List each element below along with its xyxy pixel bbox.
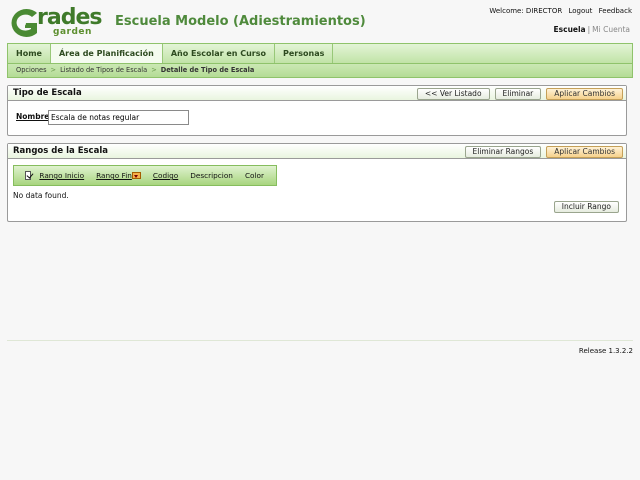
tipo-escala-panel: Tipo de Escala << Ver Listado Eliminar A… — [7, 85, 627, 136]
school-link[interactable]: Escuela — [554, 25, 586, 34]
incluir-rango-button[interactable]: Incluir Rango — [553, 201, 619, 213]
link-separator: | — [587, 25, 591, 34]
breadcrumb-listado[interactable]: Listado de Tipos de Escala — [60, 66, 147, 74]
account-link[interactable]: Mi Cuenta — [592, 25, 630, 34]
breadcrumb-current: Detalle de Tipo de Escala — [160, 66, 255, 74]
logo-subtitle: garden — [53, 27, 92, 37]
tab-area-planificacion[interactable]: Área de Planificación — [50, 44, 163, 63]
logout-link[interactable]: Logout — [568, 7, 592, 15]
aplicar-cambios-button[interactable]: Aplicar Cambios — [546, 88, 623, 100]
column-descripcion: Descripcion — [190, 171, 233, 180]
chevron-right-icon: > — [151, 66, 157, 74]
column-rango-inicio[interactable]: Rango Inicio — [39, 171, 84, 180]
release-version: Release 1.3.2.2 — [578, 347, 633, 355]
aplicar-cambios-rangos-button[interactable]: Aplicar Cambios — [546, 146, 623, 158]
breadcrumb-opciones[interactable]: Opciones — [16, 66, 47, 74]
column-codigo[interactable]: Codigo — [153, 171, 178, 180]
eliminar-rangos-button[interactable]: Eliminar Rangos — [464, 146, 542, 158]
user-links: Welcome: DIRECTOR Logout Feedback — [485, 7, 632, 15]
empty-message: No data found. — [13, 191, 69, 200]
page-title: Escuela Modelo (Adiestramientos) — [115, 14, 366, 29]
rangos-escala-panel: Rangos de la Escala Eliminar Rangos Apli… — [7, 143, 627, 222]
welcome-text: Welcome: DIRECTOR — [489, 7, 563, 15]
column-color: Color — [244, 171, 264, 180]
panel-toolbar: Eliminar Rangos Aplicar Cambios — [464, 146, 623, 158]
grades-garden-logo[interactable]: rades garden — [7, 5, 105, 39]
nombre-input[interactable] — [48, 110, 189, 125]
rangos-table-header: Rango Inicio Rango Fin Codigo Descripcio… — [13, 165, 277, 186]
sort-desc-icon[interactable] — [131, 172, 141, 179]
feedback-link[interactable]: Feedback — [599, 7, 632, 15]
column-rango-fin[interactable]: Rango Fin — [96, 171, 141, 180]
tab-ano-escolar[interactable]: Año Escolar en Curso — [163, 44, 276, 63]
tab-home[interactable]: Home — [8, 44, 51, 63]
nombre-label: Nombre — [16, 112, 50, 121]
chevron-right-icon: > — [50, 66, 57, 74]
context-links: Escuela | Mi Cuenta — [554, 25, 630, 34]
main-tabs: Home Área de Planificación Año Escolar e… — [7, 43, 633, 63]
panel-toolbar: << Ver Listado Eliminar Aplicar Cambios — [416, 88, 623, 100]
select-all-checkbox[interactable] — [25, 171, 32, 180]
grades-garden-logo-icon — [11, 9, 38, 37]
panel-header: Tipo de Escala << Ver Listado Eliminar A… — [8, 86, 626, 101]
panel-title: Tipo de Escala — [13, 88, 82, 98]
panel-header: Rangos de la Escala Eliminar Rangos Apli… — [8, 144, 626, 159]
breadcrumb: Opciones > Listado de Tipos de Escala > Deta… — [7, 63, 633, 78]
ver-listado-button[interactable]: << Ver Listado — [416, 88, 490, 100]
eliminar-button[interactable]: Eliminar — [494, 88, 542, 100]
tab-personas[interactable]: Personas — [275, 44, 334, 63]
footer-divider — [7, 340, 633, 341]
column-rango-fin-label: Rango Fin — [96, 171, 132, 180]
panel-title: Rangos de la Escala — [13, 146, 108, 156]
